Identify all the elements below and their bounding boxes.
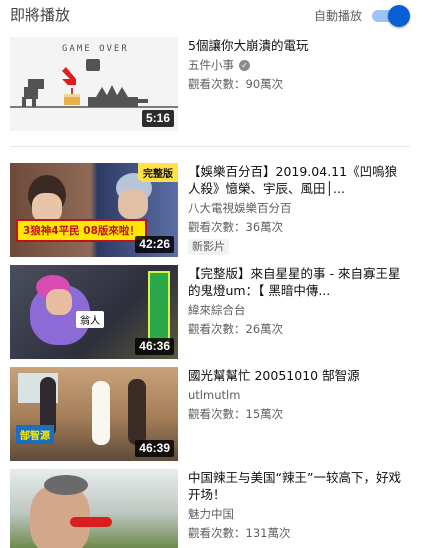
- video-duration: 46:39: [135, 440, 174, 457]
- thumb-person-2: [92, 381, 110, 445]
- thumb-caption: 3狼神4平民 08版來啦！: [16, 219, 147, 242]
- video-duration: 46:36: [135, 338, 174, 355]
- video-item-1[interactable]: GAME OVER 5:16 5個讓你大崩潰的電玩 五件小事 ✓ 觀看次數：90…: [10, 37, 415, 133]
- channel-name[interactable]: 魅力中国: [188, 507, 234, 522]
- view-count: 觀看次數：15萬次: [188, 407, 284, 421]
- video-duration: 5:16: [141, 110, 174, 127]
- video-thumbnail[interactable]: 完整版 3狼神4平民 08版來啦！ 42:26: [10, 163, 178, 257]
- video-item-3[interactable]: 翁人 46:36 【完整版】來自星星的事 - 來自寡王星的鬼燈um：【 黑暗中傳…: [10, 265, 415, 361]
- verified-check-icon: ✓: [239, 60, 250, 71]
- video-info: 【娛樂百分百】2019.04.11《凹嗚狼人殺》憶榮、宇辰、風田│... 八大電…: [188, 163, 408, 255]
- video-info: 【完整版】來自星星的事 - 來自寡王星的鬼燈um：【 黑暗中傳... 緯來綜合台…: [188, 265, 408, 337]
- view-count: 觀看次數：131萬次: [188, 526, 291, 540]
- autoplay-control: 自動播放: [314, 2, 410, 28]
- new-video-badge: 新影片: [188, 239, 229, 255]
- thumb-red-pepper: [70, 517, 112, 527]
- video-item-2[interactable]: 完整版 3狼神4平民 08版來啦！ 42:26 【娛樂百分百】2019.04.1…: [10, 163, 415, 259]
- view-count: 觀看次數：90萬次: [188, 77, 284, 91]
- video-info: 國光幫幫忙 20051010 郜智源 utlmutlm 觀看次數：15萬次: [188, 367, 408, 422]
- channel-row: 五件小事 ✓: [188, 58, 408, 73]
- view-count: 觀看次數：26萬次: [188, 322, 284, 336]
- thumb-game-over-text: GAME OVER: [62, 44, 129, 54]
- channel-name[interactable]: utlmutlm: [188, 388, 240, 403]
- thumb-face-right: [118, 189, 148, 219]
- video-title[interactable]: 5個讓你大崩潰的電玩: [188, 37, 408, 54]
- video-title[interactable]: 【完整版】來自星星的事 - 來自寡王星的鬼燈um：【 黑暗中傳...: [188, 265, 408, 299]
- thumb-person-3: [128, 379, 146, 445]
- view-count: 觀看次數：36萬次: [188, 220, 284, 234]
- video-title[interactable]: 【娛樂百分百】2019.04.11《凹嗚狼人殺》憶榮、宇辰、風田│...: [188, 163, 408, 197]
- thumb-logo-bar: [148, 271, 170, 345]
- autoplay-toggle-knob: [388, 5, 410, 27]
- channel-name[interactable]: 緯來綜合台: [188, 303, 246, 318]
- channel-row: 八大電視娛樂百分百: [188, 201, 408, 216]
- thumb-face: [46, 289, 72, 315]
- autoplay-toggle[interactable]: [370, 5, 410, 27]
- channel-name[interactable]: 八大電視娛樂百分百: [188, 201, 292, 216]
- section-divider: [10, 146, 410, 147]
- video-item-5[interactable]: 中国辣王与美国“辣王”一较高下，好戏开场！ 魅力中国 觀看次數：131萬次: [10, 469, 415, 548]
- video-title[interactable]: 國光幫幫忙 20051010 郜智源: [188, 367, 408, 384]
- channel-name[interactable]: 五件小事: [188, 58, 234, 73]
- video-item-4[interactable]: 郜智源 46:39 國光幫幫忙 20051010 郜智源 utlmutlm 觀看…: [10, 367, 415, 463]
- video-info: 5個讓你大崩潰的電玩 五件小事 ✓ 觀看次數：90萬次: [188, 37, 408, 92]
- channel-row: 魅力中国: [188, 507, 408, 522]
- up-next-header: 即將播放 自動播放: [10, 0, 410, 30]
- up-next-title: 即將播放: [10, 6, 71, 24]
- thumb-corner-label: 完整版: [138, 163, 178, 182]
- thumb-hair: [44, 475, 88, 495]
- video-thumbnail[interactable]: [10, 469, 178, 548]
- channel-row: 緯來綜合台: [188, 303, 408, 318]
- thumb-caption: 郜智源: [16, 425, 54, 444]
- video-duration: 42:26: [135, 236, 174, 253]
- video-thumbnail[interactable]: 郜智源 46:39: [10, 367, 178, 461]
- thumb-caption: 翁人: [76, 311, 104, 328]
- channel-row: utlmutlm: [188, 388, 408, 403]
- video-thumbnail[interactable]: 翁人 46:36: [10, 265, 178, 359]
- video-info: 中国辣王与美国“辣王”一较高下，好戏开场！ 魅力中国 觀看次數：131萬次: [188, 469, 408, 541]
- video-title[interactable]: 中国辣王与美国“辣王”一较高下，好戏开场！: [188, 469, 408, 503]
- autoplay-label: 自動播放: [313, 8, 362, 23]
- video-thumbnail[interactable]: GAME OVER 5:16: [10, 37, 178, 131]
